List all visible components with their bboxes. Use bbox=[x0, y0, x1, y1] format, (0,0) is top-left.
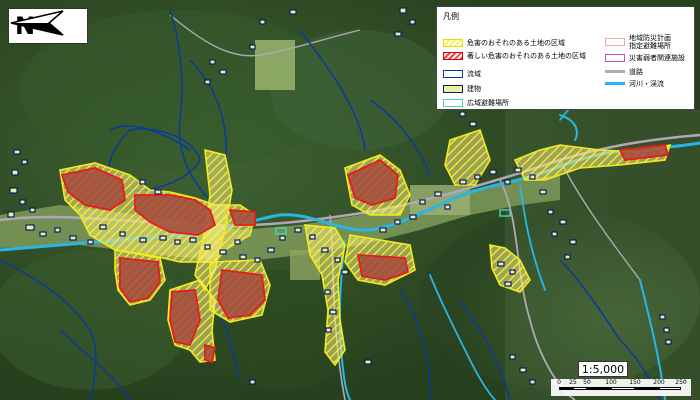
legend-item-wide-evacuation: 広域避難場所 bbox=[443, 97, 509, 108]
legend-label: 道路 bbox=[629, 67, 643, 76]
north-arrow-icon bbox=[10, 10, 64, 36]
legend-item-river: 河川・渓流 bbox=[605, 78, 664, 89]
north-arrow-box: N bbox=[8, 8, 88, 44]
basin-swatch bbox=[443, 69, 463, 78]
scale-tick: 100 bbox=[605, 379, 617, 386]
building-swatch bbox=[443, 84, 463, 93]
hazard-swatch bbox=[443, 38, 463, 47]
scale-tick: 200 bbox=[653, 379, 665, 386]
legend-label: 建物 bbox=[467, 84, 481, 93]
legend-item-building: 建物 bbox=[443, 83, 481, 94]
river-swatch bbox=[605, 82, 625, 85]
legend-label: 危害のおそれのある土地の区域 bbox=[467, 38, 565, 47]
severe-hazard-swatch bbox=[443, 51, 463, 60]
legend-label: 広域避難場所 bbox=[467, 98, 509, 107]
scale-tick: 25 bbox=[569, 379, 577, 386]
wide-evacuation-swatch bbox=[443, 98, 463, 107]
legend-label-line: 指定避難場所 bbox=[629, 42, 671, 50]
scale-ratio: 1:5,000 bbox=[581, 362, 625, 376]
scale-segment bbox=[559, 387, 573, 390]
scale-ratio-box: 1:5,000 bbox=[578, 361, 628, 377]
legend-label: 流域 bbox=[467, 69, 481, 78]
field-patch bbox=[255, 40, 295, 90]
forest-patch bbox=[270, 30, 450, 150]
scale-tick: 250 bbox=[675, 379, 687, 386]
scale-bar: 0 25 50 100 150 200 250 bbox=[551, 379, 691, 396]
legend-label: 災害弱者関連施設 bbox=[629, 53, 685, 62]
legend-panel: 凡例 危害のおそれのある土地の区域 著しい危害のおそれのある土地の区域 流域 建… bbox=[436, 6, 695, 110]
scale-tick: 150 bbox=[629, 379, 641, 386]
legend-item-road: 道路 bbox=[605, 66, 643, 77]
legend-item-local-plan: 地域防災計画 指定避難場所 bbox=[605, 33, 671, 51]
scale-segment bbox=[573, 387, 587, 390]
local-plan-swatch bbox=[605, 38, 625, 46]
legend-label: 著しい危害のおそれのある土地の区域 bbox=[467, 51, 586, 60]
road-swatch bbox=[605, 70, 625, 73]
legend-label-line: 地域防災計画 bbox=[629, 34, 671, 42]
legend-title: 凡例 bbox=[443, 12, 459, 21]
legend-item-basin: 流域 bbox=[443, 68, 481, 79]
legend-item-hazard: 危害のおそれのある土地の区域 bbox=[443, 37, 565, 48]
scale-segment bbox=[659, 387, 681, 390]
scale-segment bbox=[635, 387, 659, 390]
scale-tick: 0 bbox=[557, 379, 561, 386]
facility-swatch bbox=[605, 53, 625, 62]
legend-label: 河川・渓流 bbox=[629, 79, 664, 88]
scale-segment bbox=[611, 387, 635, 390]
map-canvas[interactable]: N 凡例 危害のおそれのある土地の区域 著しい危害のおそれのある土地の区域 流域… bbox=[0, 0, 700, 400]
legend-item-severe: 著しい危害のおそれのある土地の区域 bbox=[443, 50, 586, 61]
scale-tick: 50 bbox=[583, 379, 591, 386]
legend-label: 地域防災計画 指定避難場所 bbox=[629, 34, 671, 50]
legend-item-disaster-facility: 災害弱者関連施設 bbox=[605, 52, 685, 63]
scale-segment bbox=[587, 387, 611, 390]
